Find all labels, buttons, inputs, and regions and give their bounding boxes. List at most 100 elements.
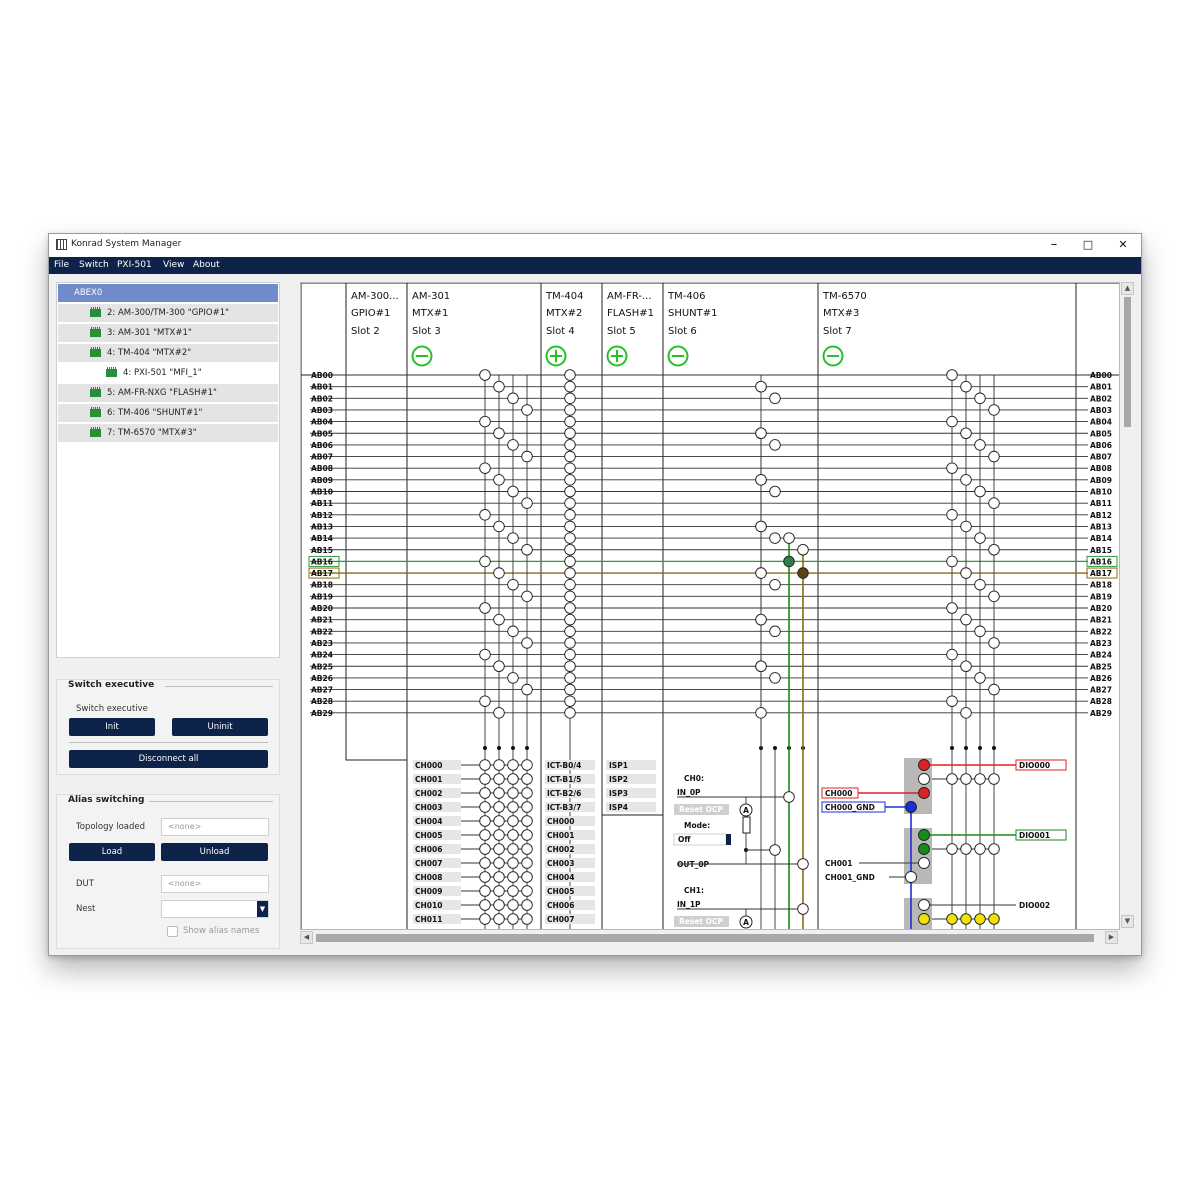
shunt-crosspoint[interactable] [755,520,767,533]
menu-about[interactable]: About [193,260,220,270]
mtx2-crosspoint[interactable] [564,555,576,568]
mtx1-channel-crosspoint[interactable] [507,773,519,785]
tree-item[interactable]: ABEX0 [58,284,278,302]
mtx1-channel-crosspoint[interactable] [493,857,505,869]
mtx1-crosspoint[interactable] [479,509,491,521]
mtx1-channel-crosspoint[interactable] [507,843,519,855]
mtx1-channel-crosspoint[interactable] [507,871,519,883]
mtx3-crosspoint[interactable] [960,380,972,393]
relay-node[interactable] [918,913,930,925]
mtx1-crosspoint[interactable] [493,660,505,673]
mtx2-crosspoint[interactable] [564,474,576,486]
mtx1-channel-crosspoint[interactable] [479,913,491,925]
mtx2-crosspoint[interactable] [564,497,576,509]
mtx1-channel-crosspoint[interactable] [507,759,519,771]
mtx1-channel-crosspoint[interactable] [493,885,505,897]
mtx3-crosspoint[interactable] [974,625,986,638]
mtx2-crosspoint[interactable] [564,695,576,707]
mtx1-channel-crosspoint[interactable] [521,885,533,897]
mtx1-channel-crosspoint[interactable] [479,801,491,813]
mtx3-channel-crosspoint[interactable] [988,773,1000,785]
mtx1-channel-crosspoint[interactable] [507,815,519,827]
chevron-down-icon[interactable] [726,834,731,845]
mtx3-crosspoint[interactable] [988,497,1000,509]
menu-pxi-501[interactable]: PXI-501 [117,260,152,270]
shunt-crosspoint[interactable] [769,485,781,498]
mtx1-crosspoint[interactable] [521,544,533,556]
mtx1-crosspoint[interactable] [521,590,533,603]
shunt-crosspoint[interactable] [769,844,781,856]
mtx1-crosspoint[interactable] [479,555,491,568]
mtx1-channel-crosspoint[interactable] [507,899,519,911]
mtx3-crosspoint[interactable] [988,544,1000,556]
relay-node[interactable] [905,871,917,883]
mtx3-channel-crosspoint[interactable] [974,843,986,855]
shunt-crosspoint[interactable] [769,672,781,684]
unload-button[interactable]: Unload [161,843,268,861]
mtx1-crosspoint[interactable] [507,439,519,451]
mtx1-crosspoint[interactable] [507,578,519,591]
mtx3-channel-crosspoint[interactable] [974,773,986,785]
mtx1-channel-crosspoint[interactable] [493,871,505,883]
mtx2-crosspoint[interactable] [564,380,576,393]
mtx1-channel-crosspoint[interactable] [521,787,533,799]
mtx1-crosspoint[interactable] [493,707,505,719]
mtx3-crosspoint[interactable] [988,637,1000,649]
mtx1-channel-crosspoint[interactable] [479,857,491,869]
show-alias-checkbox[interactable] [167,926,178,937]
mtx2-crosspoint[interactable] [564,404,576,416]
mtx3-channel-crosspoint[interactable] [988,843,1000,855]
mtx2-crosspoint[interactable] [564,625,576,638]
shunt-crosspoint[interactable] [755,613,767,626]
mtx1-crosspoint[interactable] [507,485,519,498]
mtx2-crosspoint[interactable] [564,462,576,474]
mtx1-crosspoint[interactable] [479,462,491,474]
mtx1-crosspoint[interactable] [479,369,491,381]
mtx1-crosspoint[interactable] [507,532,519,544]
mtx1-channel-crosspoint[interactable] [507,913,519,925]
mtx1-crosspoint[interactable] [479,695,491,707]
mtx1-channel-crosspoint[interactable] [493,759,505,771]
shunt-crosspoint[interactable] [769,392,781,405]
shunt-crosspoint[interactable] [755,380,767,393]
shunt-crosspoint[interactable] [755,427,767,439]
mtx1-crosspoint[interactable] [493,613,505,626]
mtx3-channel-crosspoint[interactable] [960,843,972,855]
mtx1-channel-crosspoint[interactable] [521,829,533,841]
shunt-crosspoint[interactable] [797,858,809,870]
closed-relay[interactable] [783,555,795,568]
menu-file[interactable]: File [54,260,69,270]
mtx1-crosspoint[interactable] [479,602,491,614]
mtx3-crosspoint[interactable] [946,415,958,428]
mtx1-channel-crosspoint[interactable] [479,885,491,897]
switch-diagram[interactable]: AM-300... GPIO#1 Slot 2 AM-301 MTX#1 Slot 3 TM… [300,282,1120,930]
mtx3-crosspoint[interactable] [974,532,986,544]
mtx2-crosspoint[interactable] [564,660,576,673]
mtx2-crosspoint[interactable] [564,544,576,556]
mtx2-crosspoint[interactable] [564,520,576,533]
mtx3-crosspoint[interactable] [960,520,972,533]
mtx1-channel-crosspoint[interactable] [493,843,505,855]
horizontal-scroll-thumb[interactable] [316,934,1094,942]
vertical-scroll-thumb[interactable] [1124,297,1131,427]
mtx1-channel-crosspoint[interactable] [521,843,533,855]
mtx1-channel-crosspoint[interactable] [507,829,519,841]
shunt-crosspoint[interactable] [769,625,781,638]
chevron-down-icon[interactable]: ▼ [257,901,268,917]
mtx2-crosspoint[interactable] [564,369,576,381]
mtx1-crosspoint[interactable] [479,415,491,428]
load-button[interactable]: Load [69,843,155,861]
tree-item[interactable]: 4: TM-404 "MTX#2" [58,344,278,362]
mtx1-channel-crosspoint[interactable] [521,773,533,785]
shunt-crosspoint[interactable] [783,532,795,544]
mtx1-crosspoint[interactable] [493,474,505,486]
mtx1-channel-crosspoint[interactable] [521,871,533,883]
mtx3-crosspoint[interactable] [946,555,958,568]
mtx2-crosspoint[interactable] [564,672,576,684]
mtx2-crosspoint[interactable] [564,707,576,719]
shunt-crosspoint[interactable] [769,439,781,451]
relay-node[interactable] [918,843,930,855]
horizontal-scrollbar[interactable]: ◀ ▶ [300,931,1118,945]
mtx1-channel-crosspoint[interactable] [493,899,505,911]
mtx1-crosspoint[interactable] [521,637,533,649]
